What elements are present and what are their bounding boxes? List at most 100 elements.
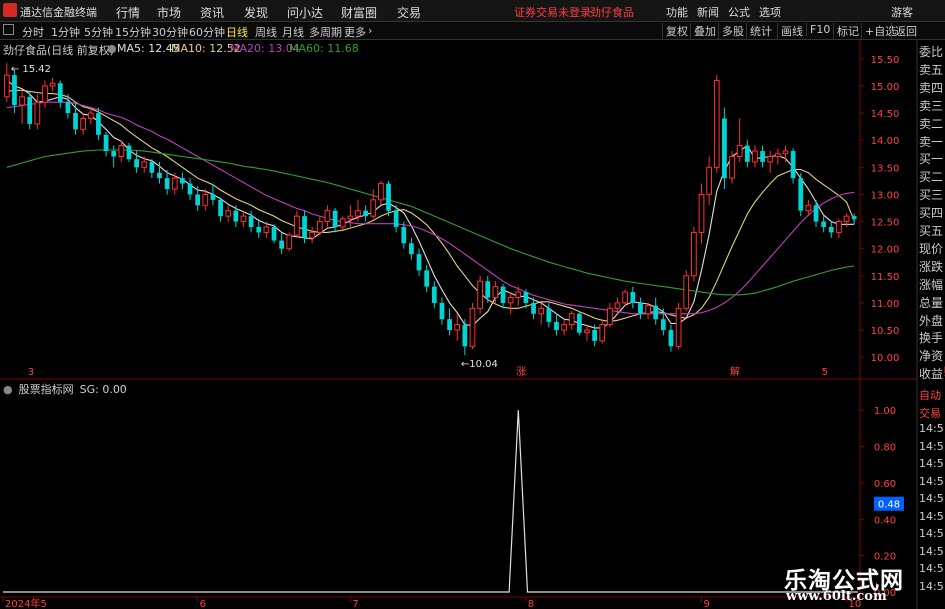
- candle-body: [851, 216, 857, 219]
- candle-body: [507, 296, 514, 304]
- candle-body: [592, 330, 597, 341]
- order-label-8: 买三: [919, 188, 944, 203]
- candle-body: [790, 151, 796, 179]
- candle-body: [416, 254, 422, 271]
- candle-body: [409, 243, 414, 255]
- time-label-7: 14:5: [919, 509, 944, 523]
- date-axis: 2024年5 6 7 8 9 10: [2, 597, 861, 609]
- candle-body: [828, 226, 834, 233]
- candle-body: [675, 307, 682, 347]
- candle-body: [568, 313, 575, 326]
- ma-line-ma5: [6, 80, 855, 329]
- order-label-1: 卖五: [919, 62, 944, 77]
- candle-body: [554, 321, 559, 331]
- candle-body: [19, 96, 25, 106]
- candle-body: [607, 307, 613, 326]
- order-label-5: 卖一: [919, 134, 944, 149]
- price-tick-label: 13.50: [871, 163, 900, 174]
- candle-body: [271, 226, 277, 241]
- candle-body: [210, 194, 216, 200]
- price-tick-label: 15.00: [871, 82, 900, 93]
- candle-body: [363, 210, 368, 217]
- candle-body: [798, 178, 804, 211]
- price-tick-label: 15.50: [871, 55, 900, 66]
- candle-body: [57, 83, 63, 103]
- candle-body: [248, 216, 254, 227]
- candle-body: [698, 193, 705, 233]
- ma-lines: [6, 80, 855, 329]
- indicator-dot-icon: ●: [3, 383, 13, 396]
- candle-body: [531, 302, 536, 314]
- price-axis: 10.00 10.50 11.00 11.50 12.00 12.50 13.00 13.50…: [860, 55, 899, 364]
- order-label-0: 委比: [919, 45, 944, 59]
- indicator-sg-value: SG: 0.00: [79, 383, 127, 396]
- candle-body: [431, 286, 437, 303]
- time-label-9: 14:5: [919, 544, 944, 558]
- candle-body: [118, 145, 125, 157]
- time-label-10: 14:5: [919, 562, 944, 575]
- candle-body: [141, 161, 148, 168]
- candle-body: [447, 319, 452, 331]
- price-tick-label: 13.00: [871, 190, 900, 201]
- candle-body: [706, 166, 713, 195]
- candle-body: [805, 204, 812, 212]
- candle-body: [256, 226, 262, 233]
- candle-body: [12, 75, 17, 105]
- candle-body: [462, 324, 468, 347]
- order-label-6: 买一: [919, 152, 944, 167]
- candle-body: [149, 161, 155, 173]
- candle-body: [729, 155, 735, 179]
- time-label-1: 交易: [919, 406, 941, 420]
- date-tick-label-0: 2024年5: [5, 597, 47, 609]
- candle-body: [87, 112, 94, 120]
- candle-body: [454, 324, 461, 331]
- candle-body: [393, 210, 399, 227]
- candle-body: [180, 178, 185, 184]
- order-label-11: 现价: [919, 241, 944, 256]
- indicator-tick-label: 0.40: [874, 515, 896, 526]
- kline-chart[interactable]: ← 15.42←10.043涨解5财榜 10.0010.5011.0011.50…: [0, 0, 945, 609]
- candle-body: [370, 199, 377, 217]
- ma-line-ma60: [6, 149, 855, 296]
- candle-body: [736, 145, 743, 157]
- candle-body: [836, 221, 842, 233]
- order-label-13: 涨幅: [919, 277, 944, 292]
- candle-body: [103, 134, 109, 152]
- order-book-panel: 委比 卖五 卖四 卖三 卖二 卖一 买一 买二 买三 买四 买五 现价 涨跌 涨幅 总量 外盘 换手 净资 收益: [917, 43, 945, 383]
- price-tick-label: 11.50: [871, 272, 900, 283]
- candle-body: [164, 178, 170, 190]
- candle-body: [653, 305, 659, 320]
- candle-body: [157, 172, 162, 179]
- candle-body: [500, 286, 506, 303]
- sg-indicator-line: [3, 410, 858, 593]
- time-label-0: 自动: [919, 389, 941, 402]
- candle-body: [843, 215, 850, 223]
- candle-body: [49, 82, 56, 87]
- time-sales-panel: 自动 交易 14:5 14:5 14:5 14:5 14:5 14:5 14:5 14:5 14:5…: [917, 383, 945, 593]
- order-label-14: 总量: [919, 295, 944, 310]
- candle-body: [111, 151, 117, 157]
- candle-body: [279, 240, 285, 249]
- time-label-11: 14:5: [919, 579, 944, 593]
- cursor-value-label: 0.48: [878, 500, 900, 511]
- legend-ma60: MA60: 11.68: [289, 42, 359, 55]
- candle-body: [645, 305, 651, 315]
- candle-body: [492, 286, 499, 298]
- candle-body: [218, 199, 223, 217]
- candles: ← 15.42←10.043涨解5财榜: [3, 63, 945, 378]
- candle-body: [439, 302, 445, 320]
- candle-body: [347, 215, 354, 220]
- indicator-legend: ● 股票指标网 SG: 0.00: [3, 381, 133, 397]
- candle-body: [34, 101, 41, 125]
- candle-body: [386, 183, 391, 211]
- order-label-2: 卖四: [919, 80, 944, 95]
- price-tick-label: 10.50: [871, 326, 900, 337]
- candle-body: [73, 113, 78, 130]
- price-tick-label: 10.00: [871, 353, 900, 364]
- order-label-12: 涨跌: [919, 259, 944, 274]
- legend-dot-icon: ●: [107, 42, 117, 55]
- candle-body: [469, 307, 476, 347]
- candle-body: [96, 113, 101, 135]
- candle-body: [225, 210, 232, 217]
- candle-body: [286, 234, 293, 250]
